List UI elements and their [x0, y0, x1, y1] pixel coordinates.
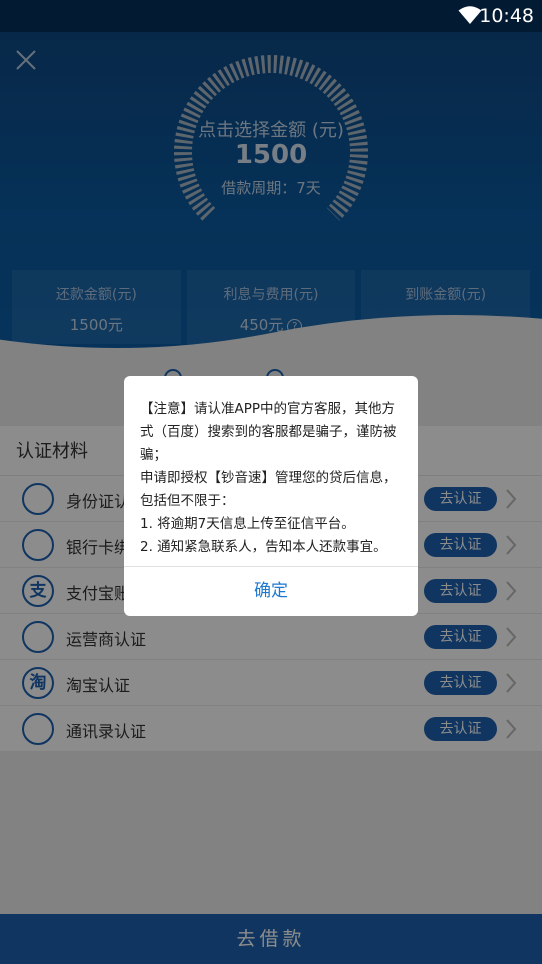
confirm-button[interactable]: 确定: [124, 567, 418, 616]
status-time: 10:48: [479, 5, 534, 27]
notice-dialog: 【注意】请认准APP中的官方客服，其他方式（百度）搜索到的客服都是骗子，谨防被骗…: [124, 376, 418, 616]
status-bar: 10:48: [0, 0, 542, 32]
dialog-message: 【注意】请认准APP中的官方客服，其他方式（百度）搜索到的客服都是骗子，谨防被骗…: [140, 401, 397, 555]
